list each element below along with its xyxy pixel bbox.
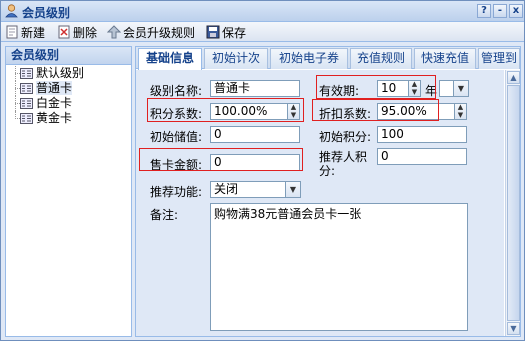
- level-name-input[interactable]: 普通卡: [210, 80, 300, 97]
- title-bar: 会员级别 ? - x: [1, 1, 524, 22]
- vertical-scrollbar[interactable]: ▲ ▼: [505, 70, 520, 336]
- new-label: 新建: [21, 25, 46, 40]
- scroll-thumb[interactable]: [507, 85, 520, 321]
- validity-spinner[interactable]: ▲ ▼: [409, 80, 421, 97]
- recommend-label: 推荐功能:: [150, 185, 203, 199]
- save-label: 保存: [222, 25, 247, 40]
- points-ratio-label: 积分系数:: [150, 107, 203, 121]
- member-level-window: 会员级别 ? - x 新建 删除 会员升级规则 保存 会员级别 默认级别 普通卡…: [0, 0, 525, 341]
- discount-spinner[interactable]: ▲ ▼: [455, 103, 467, 120]
- referrer-points-input[interactable]: 0: [377, 148, 467, 165]
- card-icon: [20, 113, 33, 124]
- tree-item-label: 白金卡: [36, 96, 73, 110]
- card-price-label: 售卡金额:: [150, 158, 203, 172]
- validity-unit-select[interactable]: [439, 80, 454, 97]
- tab-initial-count[interactable]: 初始计次: [204, 48, 268, 69]
- toolbar: 新建 删除 会员升级规则 保存: [1, 22, 524, 42]
- card-icon: [20, 68, 33, 79]
- discount-label: 折扣系数:: [319, 107, 372, 121]
- help-button[interactable]: ?: [477, 4, 491, 18]
- delete-button[interactable]: 删除: [57, 24, 97, 40]
- new-button[interactable]: 新建: [5, 24, 45, 40]
- upgrade-rules-button[interactable]: 会员升级规则: [107, 24, 195, 40]
- level-list-header: 会员级别: [6, 47, 131, 65]
- init-points-input[interactable]: 100: [377, 126, 467, 143]
- level-list-panel: 会员级别 默认级别 普通卡 白金卡 黄金卡: [5, 46, 132, 337]
- delete-label: 删除: [73, 25, 98, 40]
- upgrade-rules-label: 会员升级规则: [123, 25, 196, 40]
- save-button[interactable]: 保存: [206, 24, 246, 40]
- tab-initial-coupon[interactable]: 初始电子券: [270, 48, 348, 69]
- tree-item-label: 默认级别: [36, 66, 85, 80]
- scroll-up-icon[interactable]: ▲: [507, 71, 520, 84]
- tree-item-label: 黄金卡: [36, 111, 73, 125]
- basic-info-form: 级别名称: 普通卡 有效期: 10 ▲ ▼ 年 ▼ 积分系数: 100.00% ▲…: [136, 70, 504, 336]
- discount-input[interactable]: 95.00%: [377, 103, 455, 120]
- tree-item-normal[interactable]: 普通卡: [6, 81, 131, 96]
- delete-icon: [58, 25, 70, 39]
- init-balance-input[interactable]: 0: [210, 126, 300, 143]
- upgrade-icon: [107, 25, 121, 39]
- level-tree: 默认级别 普通卡 白金卡 黄金卡: [6, 65, 131, 126]
- close-button[interactable]: x: [509, 4, 523, 18]
- card-icon: [20, 83, 33, 94]
- tree-item-platinum[interactable]: 白金卡: [6, 96, 131, 111]
- points-ratio-input[interactable]: 100.00%: [210, 103, 288, 120]
- init-points-label: 初始积分:: [319, 130, 372, 144]
- level-name-label: 级别名称:: [150, 84, 203, 98]
- card-icon: [20, 98, 33, 109]
- card-price-input[interactable]: 0: [210, 154, 300, 171]
- tab-quick-recharge[interactable]: 快速充值: [414, 48, 476, 69]
- minimize-button[interactable]: -: [493, 4, 507, 18]
- remark-label: 备注:: [150, 208, 179, 222]
- tab-strip: 基础信息 初始计次 初始电子券 充值规则 快速充值 管理到: [136, 47, 520, 70]
- new-icon: [6, 25, 18, 39]
- save-icon: [206, 25, 220, 39]
- tree-item-default[interactable]: 默认级别: [6, 66, 131, 81]
- tab-recharge-rules[interactable]: 充值规则: [350, 48, 412, 69]
- remark-textarea[interactable]: 购物满38元普通会员卡一张: [210, 203, 468, 331]
- member-icon: [5, 4, 18, 18]
- validity-unit-label: 年: [425, 84, 438, 98]
- validity-input[interactable]: 10: [377, 80, 409, 97]
- tab-management[interactable]: 管理到: [478, 48, 520, 69]
- points-ratio-spinner[interactable]: ▲ ▼: [288, 103, 300, 120]
- scroll-down-icon[interactable]: ▼: [507, 322, 520, 335]
- chevron-down-icon[interactable]: ▼: [286, 181, 301, 198]
- recommend-select[interactable]: 关闭: [210, 181, 286, 198]
- window-title: 会员级别: [22, 6, 71, 20]
- init-balance-label: 初始储值:: [150, 130, 203, 144]
- validity-label: 有效期:: [319, 84, 360, 98]
- tab-basic-info[interactable]: 基础信息: [138, 48, 202, 70]
- tree-item-gold[interactable]: 黄金卡: [6, 111, 131, 126]
- tree-item-label: 普通卡: [36, 81, 73, 95]
- detail-panel: 基础信息 初始计次 初始电子券 充值规则 快速充值 管理到 级别名称: 普通卡 …: [135, 46, 521, 337]
- referrer-points-label: 推荐人积分:: [319, 150, 368, 178]
- chevron-down-icon[interactable]: ▼: [454, 80, 469, 97]
